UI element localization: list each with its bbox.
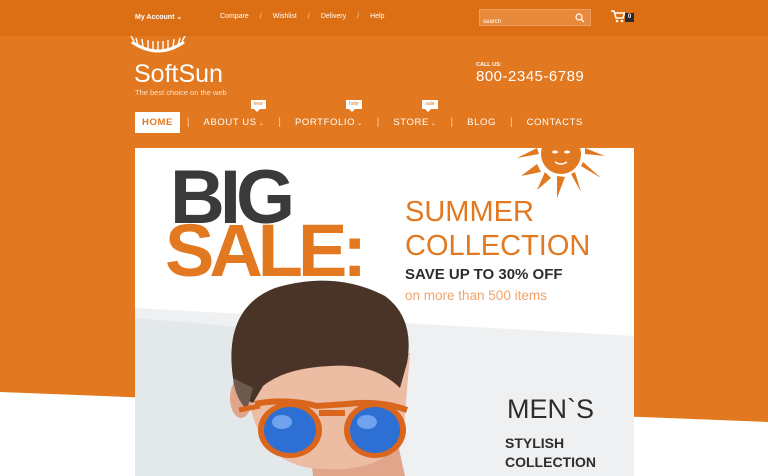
mens-heading: MEN`S (507, 394, 594, 424)
chevron-down-icon: ⌄ (176, 14, 183, 21)
link-delivery[interactable]: Delivery (321, 13, 346, 20)
link-help[interactable]: Help (370, 13, 384, 20)
search-box (479, 9, 591, 30)
my-account-dropdown[interactable]: My Account ⌄ (135, 13, 182, 21)
hot-tag: hote (345, 100, 362, 112)
my-account-label: My Account (135, 14, 175, 21)
nav-divider: | (376, 117, 380, 128)
divider: / (259, 13, 262, 20)
search-input[interactable] (480, 14, 572, 30)
search-icon[interactable] (575, 13, 585, 23)
nav-divider: | (186, 117, 190, 128)
chevron-down-icon: ⌄ (430, 121, 437, 127)
nav-divider: | (278, 117, 281, 128)
cart-count-badge: 0 (625, 13, 634, 22)
nav-item-store[interactable]: sale STORE ⌄ (386, 100, 443, 133)
stylish-collection-text: STYLISH COLLECTION (505, 434, 596, 472)
nav-label: ABOUT US (203, 117, 257, 128)
divider: / (307, 13, 310, 20)
hero-banner[interactable]: BIG SALE: SUMMER COLLECTION SAVE UP TO 3… (135, 148, 634, 476)
nav-label: HOME (142, 117, 173, 128)
chevron-down-icon: ⌄ (258, 121, 265, 127)
nav-item-portfolio[interactable]: hote PORTFOLIO ⌄ (288, 100, 370, 133)
logo-text[interactable]: SoftSun (134, 60, 223, 89)
nav-item-contacts[interactable]: CONTACTS (520, 112, 590, 133)
sale-tag: sale (422, 100, 438, 112)
nav-divider: | (509, 117, 513, 128)
nav-item-blog[interactable]: BLOG (460, 112, 503, 133)
tagline: The best choice on the web (135, 88, 227, 97)
top-links: Compare / Wishlist / Delivery / Help (220, 13, 384, 20)
cart-button[interactable]: 0 (611, 10, 635, 24)
chevron-down-icon: ⌄ (357, 121, 363, 127)
divider: / (357, 13, 360, 20)
main-nav: HOME | new ABOUT US ⌄ | hote PORTFOLIO ⌄ |… (135, 100, 590, 133)
logo-sun-icon (130, 36, 186, 53)
link-compare[interactable]: Compare (220, 13, 249, 20)
nav-label: PORTFOLIO (294, 117, 356, 128)
collection-line: COLLECTION (505, 454, 596, 470)
phone-number: 800-2345-6789 (476, 68, 585, 85)
nav-label: BLOG (467, 117, 496, 128)
link-wishlist[interactable]: Wishlist (273, 13, 297, 20)
new-tag: new (250, 100, 266, 112)
nav-item-home[interactable]: HOME (135, 112, 180, 133)
top-bar: My Account ⌄ Compare / Wishlist / Delive… (0, 0, 768, 36)
nav-divider: | (450, 117, 454, 128)
cart-icon (611, 10, 626, 23)
model-photo (230, 280, 410, 476)
nav-label: STORE (393, 117, 429, 128)
nav-item-about[interactable]: new ABOUT US ⌄ (197, 100, 272, 133)
stylish-line: STYLISH (505, 435, 565, 451)
nav-label: CONTACTS (526, 117, 583, 128)
